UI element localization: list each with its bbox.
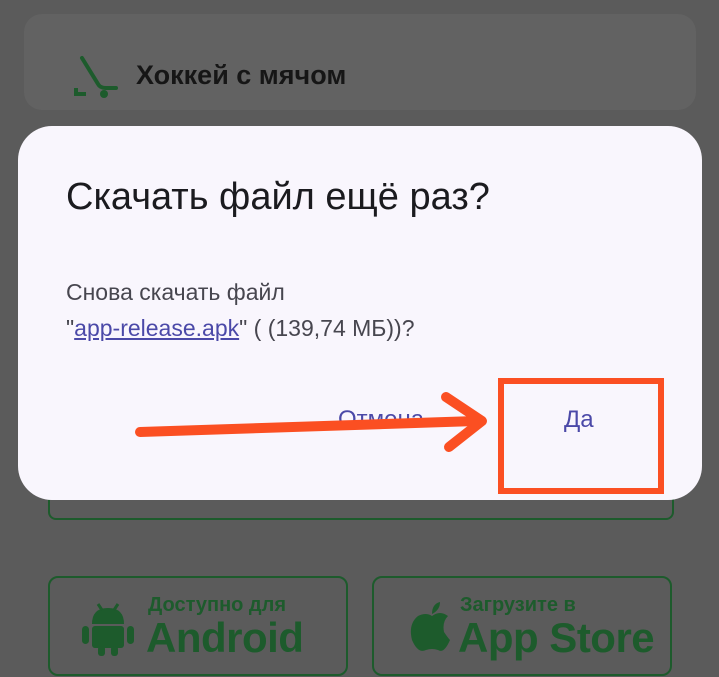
message-prefix: Снова скачать файл — [66, 279, 285, 305]
dialog-title: Скачать файл ещё раз? — [66, 176, 490, 218]
google-play-button[interactable]: Доступно для Android — [48, 576, 348, 676]
app-store-button[interactable]: Загрузите в App Store — [372, 576, 672, 676]
apple-icon — [410, 602, 450, 651]
annotation-highlight-box — [498, 378, 664, 494]
hockey-stick-icon — [74, 56, 118, 98]
apple-big-text: App Store — [458, 614, 655, 661]
sport-list-item[interactable]: Хоккей с мячом — [24, 14, 696, 110]
cancel-button[interactable]: Отмена — [338, 406, 424, 434]
android-big-text: Android — [146, 614, 304, 661]
android-icon — [82, 603, 134, 656]
quote-open: " — [66, 315, 75, 341]
message-suffix: " ( (139,74 МБ))? — [239, 315, 415, 341]
file-link[interactable]: app-release.apk — [74, 315, 239, 341]
sport-item-label: Хоккей с мячом — [136, 60, 347, 90]
dialog-message: Снова скачать файл "app-release.apk" ( (… — [66, 274, 626, 346]
